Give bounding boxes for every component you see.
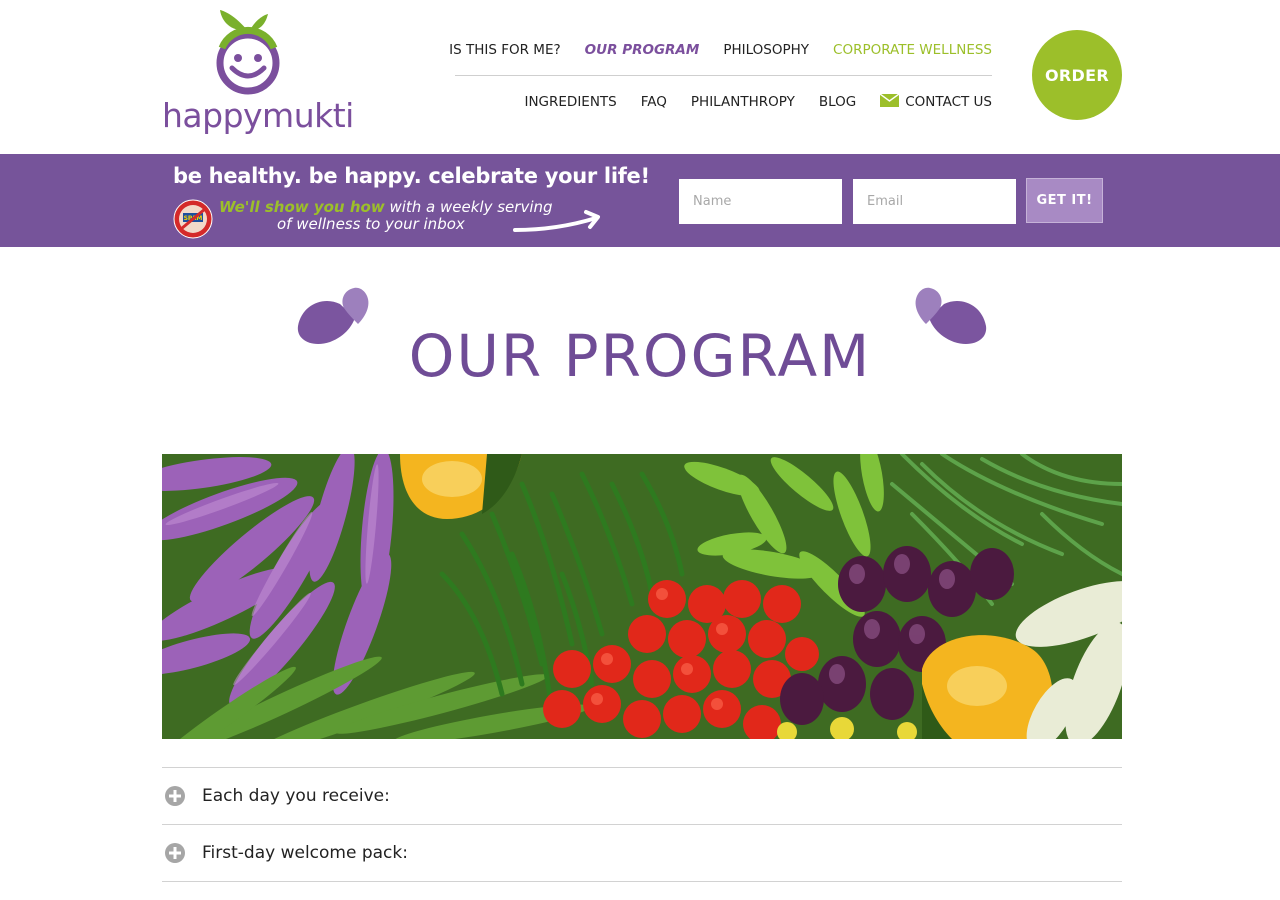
drop-ornament-right-icon xyxy=(915,287,987,345)
nav-item-blog[interactable]: BLOG xyxy=(819,94,856,110)
nav-item-philosophy[interactable]: PHILOSOPHY xyxy=(723,42,809,58)
banner-subline-1: We'll show you how with a weekly serving xyxy=(219,198,553,216)
nav-divider xyxy=(455,75,992,76)
nav-item-our-program[interactable]: OUR PROGRAM xyxy=(585,42,700,58)
page-title: OUR PROGRAM xyxy=(408,322,872,390)
nav-item-corporate-wellness[interactable]: CORPORATE WELLNESS xyxy=(833,42,992,58)
accordion-item-each-day[interactable]: Each day you receive: xyxy=(162,768,1122,824)
get-it-button[interactable]: GET IT! xyxy=(1026,178,1103,223)
banner-highlight: We'll show you how xyxy=(219,198,385,216)
plus-circle-icon xyxy=(165,843,185,863)
banner-subline-2: of wellness to your inbox xyxy=(277,215,465,233)
name-input[interactable] xyxy=(679,179,842,224)
logo-wordmark: happymukti xyxy=(162,96,354,135)
smiley-leaf-icon xyxy=(216,10,280,95)
nav-item-philanthropy[interactable]: PHILANTHROPY xyxy=(691,94,795,110)
accordion-item-label: Each day you receive: xyxy=(202,786,390,806)
vegetables-hero-image xyxy=(162,454,1122,739)
newsletter-banner: be healthy. be happy. celebrate your lif… xyxy=(0,154,1280,247)
secondary-nav: INGREDIENTS FAQ PHILANTHROPY BLOG CONTAC… xyxy=(524,94,992,110)
banner-tagline: be healthy. be happy. celebrate your lif… xyxy=(173,164,650,188)
no-spam-icon: SPAM xyxy=(173,199,213,239)
nav-item-contact-us[interactable]: CONTACT US xyxy=(880,94,992,110)
arrow-right-icon xyxy=(513,210,600,232)
order-button[interactable]: ORDER xyxy=(1032,30,1122,120)
logo[interactable]: happymukti xyxy=(162,8,354,136)
nav-item-faq[interactable]: FAQ xyxy=(641,94,667,110)
envelope-icon xyxy=(880,94,900,107)
contact-us-label: CONTACT US xyxy=(905,94,992,110)
nav-item-is-this-for-me[interactable]: IS THIS FOR ME? xyxy=(449,42,561,58)
nav-item-ingredients[interactable]: INGREDIENTS xyxy=(524,94,616,110)
email-input[interactable] xyxy=(853,179,1016,224)
accordion-item-welcome-pack[interactable]: First-day welcome pack: xyxy=(162,825,1122,881)
accordion-divider xyxy=(162,881,1122,882)
primary-nav: IS THIS FOR ME? OUR PROGRAM PHILOSOPHY C… xyxy=(449,42,992,58)
accordion-item-label: First-day welcome pack: xyxy=(202,843,408,863)
plus-circle-icon xyxy=(165,786,185,806)
